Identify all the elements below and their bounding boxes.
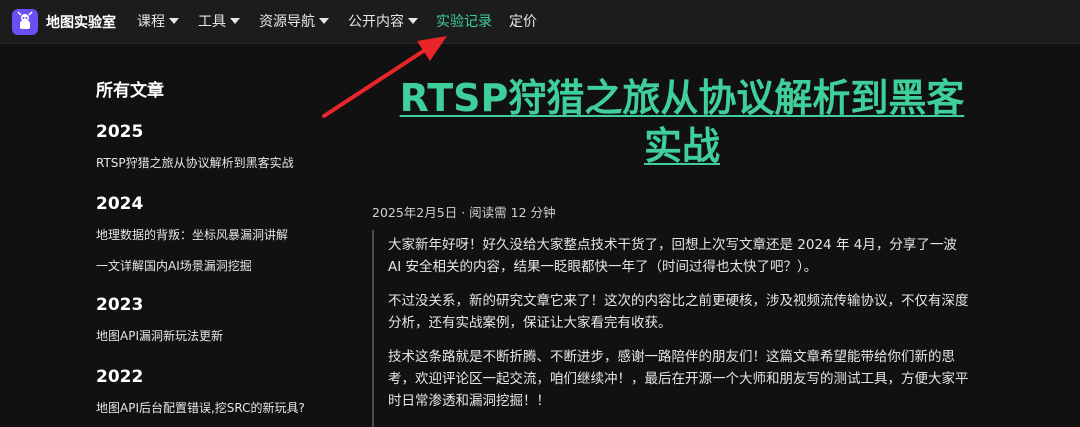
nav-tools[interactable]: 工具	[198, 0, 240, 44]
nav-pricing[interactable]: 定价	[509, 0, 537, 44]
chevron-down-icon	[408, 18, 418, 24]
paragraph: 技术这条路就是不断折腾、不断进步，感谢一路陪伴的朋友们！这篇文章希望能带给你们新…	[388, 349, 969, 409]
brand-name: 地图实验室	[46, 15, 116, 31]
sidebar-article-link[interactable]: 地理数据的背叛：坐标风暴漏洞讲解	[96, 226, 288, 243]
chevron-down-icon	[169, 18, 179, 24]
nav-courses[interactable]: 课程	[137, 0, 179, 44]
paragraph: 不过没关系，新的研究文章它来了！这次的内容比之前更硬核，涉及视频流传输协议，不仅…	[388, 293, 969, 331]
nav-public-content[interactable]: 公开内容	[348, 0, 418, 44]
year-heading-2024: 2024	[96, 194, 144, 214]
year-heading-2023: 2023	[96, 295, 144, 315]
nav-resources-label: 资源导航	[259, 14, 315, 30]
article-title-line-2: 实战	[643, 124, 720, 168]
article-intro-quote: 大家新年好呀！好久没给大家整点技术干货了，回想上次写文章还是 2024 年 4月…	[372, 230, 972, 427]
article-title[interactable]: RTSP狩猎之旅从协议解析到黑客 实战	[372, 74, 992, 170]
nav-public-content-label: 公开内容	[348, 14, 404, 30]
brand[interactable]: 地图实验室	[12, 9, 116, 35]
chevron-down-icon	[230, 18, 240, 24]
top-navbar: 地图实验室 课程 工具 资源导航 公开内容 实验记录 定价	[0, 0, 1080, 44]
nav-courses-label: 课程	[137, 14, 165, 30]
sidebar-article-link[interactable]: 一文详解国内AI场景漏洞挖掘	[96, 257, 252, 274]
article-meta: 2025年2月5日 · 阅读需 12 分钟	[372, 205, 556, 220]
lab-logo-icon	[12, 9, 38, 35]
nav-tools-label: 工具	[198, 14, 226, 30]
chevron-down-icon	[319, 18, 329, 24]
nav-resources[interactable]: 资源导航	[259, 0, 329, 44]
paragraph: 大家新年好呀！好久没给大家整点技术干货了，回想上次写文章还是 2024 年 4月…	[388, 237, 957, 275]
sidebar-title: 所有文章	[96, 81, 164, 101]
nav-pricing-label: 定价	[509, 14, 537, 30]
sidebar-article-link[interactable]: RTSP狩猎之旅从协议解析到黑客实战	[96, 154, 294, 171]
year-heading-2022: 2022	[96, 367, 144, 387]
nav-lab-records[interactable]: 实验记录	[436, 0, 492, 44]
nav-lab-records-label: 实验记录	[436, 14, 492, 30]
year-heading-2025: 2025	[96, 122, 144, 142]
sidebar-article-link[interactable]: 地图API漏洞新玩法更新	[96, 327, 223, 344]
sidebar-article-link[interactable]: 地图API后台配置错误,挖SRC的新玩具?	[96, 399, 305, 416]
article-title-line-1: RTSP狩猎之旅从协议解析到黑客	[399, 76, 965, 120]
